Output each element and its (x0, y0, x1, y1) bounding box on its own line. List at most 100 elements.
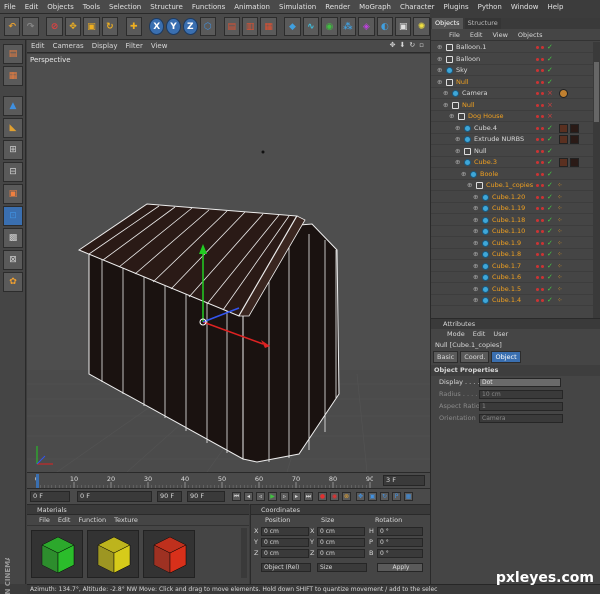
editor-visibility-dot[interactable] (536, 184, 539, 187)
enabled-check-icon[interactable]: ✓ (547, 203, 553, 214)
menu-item-tools[interactable]: Tools (83, 3, 100, 11)
menu-item-functions[interactable]: Functions (192, 3, 225, 11)
object-row[interactable]: ⊕ Cube.1.5 ✓ ⁘ (431, 284, 593, 295)
render-visibility-dot[interactable] (541, 195, 544, 199)
soft-selection-icon[interactable]: ✿ (3, 272, 23, 292)
material-tag-icon[interactable] (559, 123, 568, 133)
editor-visibility-dot[interactable] (536, 172, 539, 176)
apply-button[interactable]: Apply (377, 563, 423, 572)
property-value[interactable]: Camera (479, 414, 563, 423)
expand-icon[interactable]: ⊕ (473, 295, 478, 306)
live-selection-icon[interactable]: ⊘ (46, 17, 63, 36)
object-row[interactable]: ⊕ Boole ✓ (431, 169, 593, 180)
editor-visibility-dot[interactable] (536, 207, 539, 210)
render-visibility-dot[interactable] (541, 299, 544, 302)
render-visibility-dot[interactable] (541, 103, 544, 107)
scale-icon[interactable]: ▣ (83, 17, 100, 36)
expand-icon[interactable]: ⊕ (449, 111, 454, 122)
render-visibility-dot[interactable] (541, 115, 544, 118)
objects-menu-objects[interactable]: Objects (518, 30, 543, 40)
editor-visibility-dot[interactable] (536, 69, 539, 72)
expand-icon[interactable]: ⊕ (437, 77, 442, 88)
object-row[interactable]: ⊕ Sky ✓ (431, 65, 593, 76)
editor-visibility-dot[interactable] (536, 126, 539, 130)
object-row[interactable]: ⊕ Null ✓ (431, 77, 593, 88)
object-row[interactable]: ⊕ Cube.1.18 ✓ ⁘ (431, 215, 593, 226)
coordinate-mode-select[interactable]: Object (Rel) (261, 563, 311, 572)
object-row[interactable]: ⊕ Camera × (431, 88, 593, 99)
render-visibility-dot[interactable] (541, 46, 544, 49)
preview-min-field[interactable]: 0 F (77, 491, 152, 502)
object-row[interactable]: ⊕ Cube.1.10 ✓ ⁘ (431, 226, 593, 237)
expand-icon[interactable]: ⊕ (437, 42, 442, 53)
editor-visibility-dot[interactable] (536, 103, 539, 107)
material-tag-icon[interactable] (559, 135, 568, 144)
materials-menu-function[interactable]: Function (78, 515, 106, 525)
render-visibility-dot[interactable] (541, 276, 544, 279)
material-tag-icon[interactable] (570, 158, 579, 167)
editor-visibility-dot[interactable] (536, 149, 539, 153)
expand-icon[interactable]: ⊕ (455, 157, 460, 168)
size-field[interactable]: 0 cm (317, 549, 365, 558)
rotation-field[interactable]: 0 ° (377, 538, 423, 547)
object-row[interactable]: ⊕ Cube.1.20 ✓ ⁘ (431, 192, 593, 203)
object-row[interactable]: ⊕ Null × (431, 100, 593, 111)
menu-item-structure[interactable]: Structure (150, 3, 183, 11)
materials-menu-edit[interactable]: Edit (58, 515, 71, 525)
menu-item-character[interactable]: Character (400, 3, 435, 11)
materials-scrollbar[interactable] (241, 528, 247, 578)
objects-menu-file[interactable]: File (449, 30, 460, 40)
position-key-icon[interactable]: ✥ (356, 492, 365, 501)
object-row[interactable]: ⊕ Cube.1.7 ✓ ⁘ (431, 261, 593, 272)
preview-max-field[interactable]: 90 F (157, 491, 182, 502)
editor-visibility-dot[interactable] (536, 218, 539, 222)
position-field[interactable]: 0 cm (261, 527, 309, 536)
editor-visibility-dot[interactable] (536, 161, 539, 164)
render-visibility-dot[interactable] (541, 287, 544, 291)
texture-mode-icon[interactable]: ▦ (3, 66, 23, 86)
deformer-icon[interactable]: ◈ (358, 17, 375, 36)
polygon-mode-icon[interactable]: ▣ (3, 184, 23, 204)
viewport-menu-cameras[interactable]: Cameras (53, 42, 84, 50)
editor-visibility-dot[interactable] (536, 299, 539, 302)
object-row[interactable]: ⊕ Dog House × (431, 111, 593, 122)
render-visibility-dot[interactable] (541, 218, 544, 222)
object-row[interactable]: ⊕ Cube.1.19 ✓ ⁘ (431, 203, 593, 214)
enabled-check-icon[interactable]: ✓ (547, 42, 553, 53)
enabled-check-icon[interactable]: ✓ (547, 65, 553, 76)
objects-menu-edit[interactable]: Edit (470, 30, 483, 40)
material-tag-icon[interactable] (570, 135, 579, 144)
play-icon[interactable]: ▶ (268, 492, 277, 501)
object-list[interactable]: ⊕ Balloon.1 ✓ ⊕ Balloon ✓ ⊕ Sky ✓ ⊕ Null ✓ ⊕ Camera × ⊕… (431, 42, 600, 318)
objects-menu-view[interactable]: View (492, 30, 507, 40)
render-visibility-dot[interactable] (541, 69, 544, 72)
rotation-field[interactable]: 0 ° (377, 549, 423, 558)
menu-item-help[interactable]: Help (547, 3, 563, 11)
tab-objects[interactable]: Objects (432, 18, 463, 29)
expand-icon[interactable]: ⊕ (437, 65, 442, 76)
object-list-scrollbar[interactable] (593, 42, 600, 318)
keyframe-selection-icon[interactable]: ⊗ (342, 492, 351, 501)
render-visibility-dot[interactable] (541, 241, 544, 245)
size-field[interactable]: 0 cm (317, 527, 365, 536)
object-row[interactable]: ⊕ Cube.3 ✓ (431, 157, 593, 168)
scene-icon[interactable]: ◐ (376, 17, 393, 36)
expand-icon[interactable]: ⊕ (473, 238, 478, 249)
render-visibility-dot[interactable] (541, 253, 544, 256)
menu-item-objects[interactable]: Objects (47, 3, 73, 11)
rotation-field[interactable]: 0 ° (377, 527, 423, 536)
expand-icon[interactable]: ⊕ (473, 272, 478, 283)
axis-z-toggle[interactable]: Z (182, 18, 198, 35)
material-tag-icon[interactable] (570, 123, 579, 133)
editor-visibility-dot[interactable] (536, 276, 539, 279)
menu-item-edit[interactable]: Edit (25, 3, 39, 11)
editor-visibility-dot[interactable] (536, 80, 539, 84)
render-settings-icon[interactable]: ▦ (260, 17, 277, 36)
render-visibility-dot[interactable] (541, 207, 544, 210)
snap-icon[interactable]: ▩ (3, 228, 23, 248)
go-to-start-icon[interactable]: ⏮ (232, 492, 241, 501)
end-frame-field[interactable]: 90 F (187, 491, 225, 502)
expand-icon[interactable]: ⊕ (455, 146, 460, 157)
enabled-check-icon[interactable]: ✓ (547, 146, 553, 157)
expand-icon[interactable]: ⊕ (473, 226, 478, 237)
